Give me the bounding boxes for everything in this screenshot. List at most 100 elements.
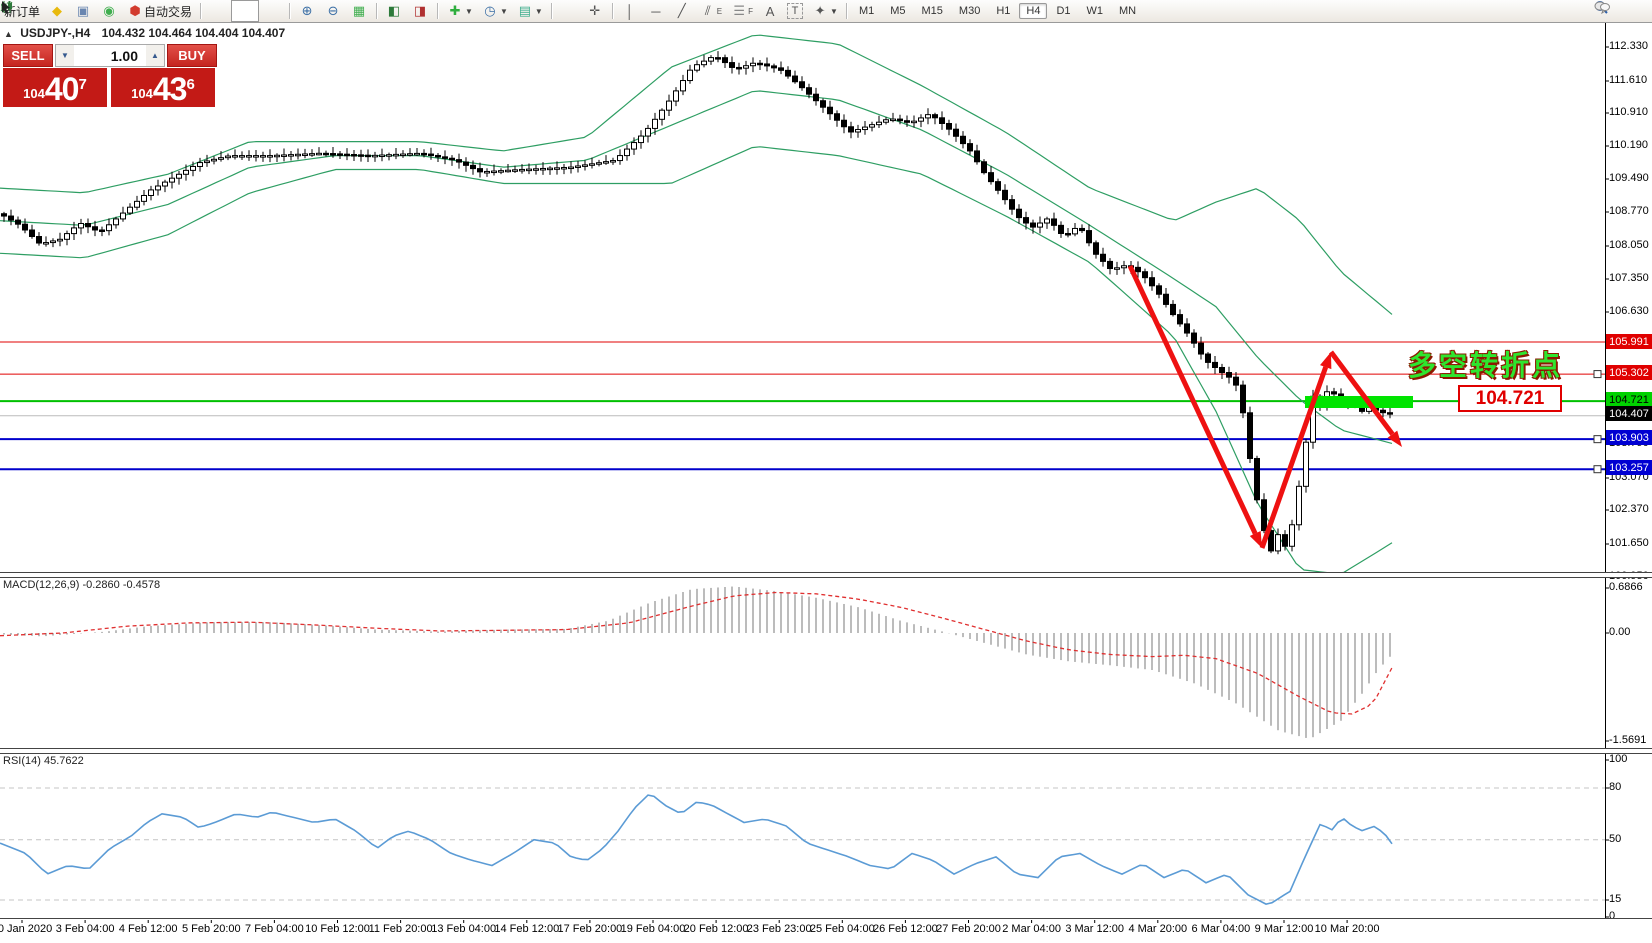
zoom-out-button[interactable]: ⊖ [320, 1, 346, 21]
crosshair-icon: ✛ [586, 2, 604, 20]
time-axis-label: 10 Mar 20:00 [1315, 923, 1380, 935]
buy-price-big: 43 [153, 73, 187, 105]
sell-button[interactable]: SELL [3, 44, 53, 67]
autotrade-icon: ⬢ [126, 2, 144, 20]
rsi-indicator-label: RSI(14) 45.7622 [3, 755, 84, 767]
rsi-axis-tick: 50 [1609, 833, 1621, 845]
periods-button[interactable]: ◷▼ [477, 1, 512, 21]
price-axis-tick: 110.910 [1609, 106, 1648, 118]
time-axis-label: 14 Feb 12:00 [494, 923, 559, 935]
chart-shift-button[interactable]: ◨ [407, 1, 433, 21]
bar-chart-button[interactable] [205, 1, 231, 21]
timeframe-button-H1[interactable]: H1 [989, 3, 1017, 19]
one-click-trading-panel: SELL ▼ 1.00 ▲ BUY 104 40 7 104 43 6 [3, 44, 217, 107]
timeframe-button-M15[interactable]: M15 [915, 3, 950, 19]
vertical-line-button[interactable]: │ [617, 1, 643, 21]
price-level-badge[interactable]: 105.991 [1606, 334, 1652, 349]
fibonacci-label: F [748, 7, 753, 16]
price-level-badge[interactable]: 104.407 [1606, 406, 1652, 421]
price-level-badge[interactable]: 105.302 [1606, 365, 1652, 380]
rsi-axis-tick: 100 [1609, 753, 1627, 765]
price-axis-tick: 108.770 [1609, 205, 1649, 217]
fibonacci-button[interactable]: ☰F [726, 1, 757, 21]
zoom-out-icon: ⊖ [324, 2, 342, 20]
mt4-terminal: { "toolbar": { "new_order_label": "新订单",… [0, 0, 1652, 943]
timeframe-button-M5[interactable]: M5 [883, 3, 912, 19]
timeframe-button-M30[interactable]: M30 [952, 3, 987, 19]
cursor-button[interactable] [556, 1, 582, 21]
timeframe-button-H4[interactable]: H4 [1019, 3, 1047, 19]
sell-price-prefix: 104 [23, 83, 45, 105]
time-axis-label: 4 Mar 20:00 [1128, 923, 1187, 935]
rsi-panel-splitter[interactable] [0, 748, 1652, 754]
timeframe-button-M1[interactable]: M1 [852, 3, 881, 19]
line-chart-icon [263, 2, 281, 20]
price-level-badge[interactable]: 104.721 [1606, 392, 1652, 407]
toolbar-separator [200, 3, 201, 19]
tile-windows-button[interactable]: ▦ [346, 1, 372, 21]
timeframe-button-D1[interactable]: D1 [1049, 3, 1077, 19]
time-axis-label: 11 Feb 20:00 [369, 923, 433, 935]
macd-panel-splitter[interactable] [0, 572, 1652, 578]
trendline-button[interactable]: ╱ [669, 1, 695, 21]
time-axis-label: 19 Feb 04:00 [621, 923, 686, 935]
price-axis-tick: 106.630 [1609, 305, 1649, 317]
zoom-in-button[interactable]: ⊕ [294, 1, 320, 21]
chart-canvas[interactable] [0, 0, 1652, 943]
volume-input[interactable]: 1.00 [74, 45, 146, 66]
candle-chart-button[interactable] [231, 0, 259, 22]
tile-windows-icon: ▦ [350, 2, 368, 20]
main-toolbar: 新订单 ◆ ▣ ◉ ⬢ 自动交易 ⊕ ⊖ ▦ ◧ ◨ ✚▼ ◷▼ ▤▼ ✛ │ … [0, 0, 1652, 23]
toolbar-separator [376, 3, 377, 19]
collapse-icon[interactable]: ▲ [4, 29, 13, 39]
trendline-icon: ╱ [673, 2, 691, 20]
chart-window-title[interactable]: ▲ USDJPY-,H4 104.432 104.464 104.404 104… [4, 26, 285, 40]
signals-button[interactable]: ◉ [96, 1, 122, 21]
price-level-badge[interactable]: 103.903 [1606, 430, 1652, 445]
text-tool-button[interactable]: A [757, 1, 783, 21]
autotrade-button[interactable]: ⬢ 自动交易 [122, 1, 196, 21]
chat-button[interactable] [1620, 1, 1646, 21]
sell-price-display[interactable]: 104 40 7 [3, 68, 107, 107]
timeframe-button-W1[interactable]: W1 [1080, 3, 1111, 19]
terminal-button[interactable]: ▣ [70, 1, 96, 21]
time-axis-label: 13 Feb 04:00 [431, 923, 496, 935]
price-axis-tick: 108.050 [1609, 239, 1649, 251]
vertical-line-icon: │ [621, 2, 639, 20]
time-axis-label: 2 Mar 04:00 [1002, 923, 1061, 935]
templates-button[interactable]: ▤▼ [512, 1, 547, 21]
volume-decrease-button[interactable]: ▼ [56, 45, 74, 66]
time-axis-label: 9 Mar 12:00 [1255, 923, 1314, 935]
volume-increase-button[interactable]: ▲ [146, 45, 164, 66]
buy-price-pip: 6 [186, 70, 194, 100]
buy-price-display[interactable]: 104 43 6 [111, 68, 215, 107]
price-level-annotation-box[interactable]: 104.721 [1458, 385, 1562, 412]
price-level-badge[interactable]: 103.257 [1606, 460, 1652, 475]
highlighter-button[interactable]: ◆ [44, 1, 70, 21]
signal-icon: ◉ [100, 2, 118, 20]
new-chart-button[interactable]: ✚▼ [442, 1, 477, 21]
shapes-button[interactable]: ✦▼ [807, 1, 842, 21]
timeframe-row: M1M5M15M30H1H4D1W1MN [851, 3, 1144, 19]
channel-button[interactable]: ⫽E [695, 1, 726, 21]
text-label-button[interactable]: T [783, 1, 807, 21]
highlighter-icon: ◆ [48, 2, 66, 20]
triangle-up-icon: ▲ [151, 51, 159, 60]
rsi-axis-tick: 15 [1609, 893, 1621, 905]
macd-axis-tick: 0.6866 [1609, 581, 1643, 593]
new-chart-icon: ✚ [446, 2, 464, 20]
horizontal-line-button[interactable]: ─ [643, 1, 669, 21]
crosshair-button[interactable]: ✛ [582, 1, 608, 21]
timeframe-button-MN[interactable]: MN [1112, 3, 1143, 19]
pivot-point-annotation[interactable]: 多空转折点 [1408, 344, 1563, 384]
chart-shift-icon: ◨ [411, 2, 429, 20]
candle-chart-icon [236, 2, 254, 20]
line-chart-button[interactable] [259, 1, 285, 21]
time-axis-label: 25 Feb 04:00 [810, 923, 875, 935]
chevron-down-icon: ▼ [465, 7, 473, 16]
auto-scroll-button[interactable]: ◧ [381, 1, 407, 21]
text-tool-icon: A [761, 2, 779, 20]
price-axis-tick: 109.490 [1609, 172, 1649, 184]
buy-button[interactable]: BUY [167, 44, 217, 67]
price-axis-tick: 107.350 [1609, 272, 1649, 284]
